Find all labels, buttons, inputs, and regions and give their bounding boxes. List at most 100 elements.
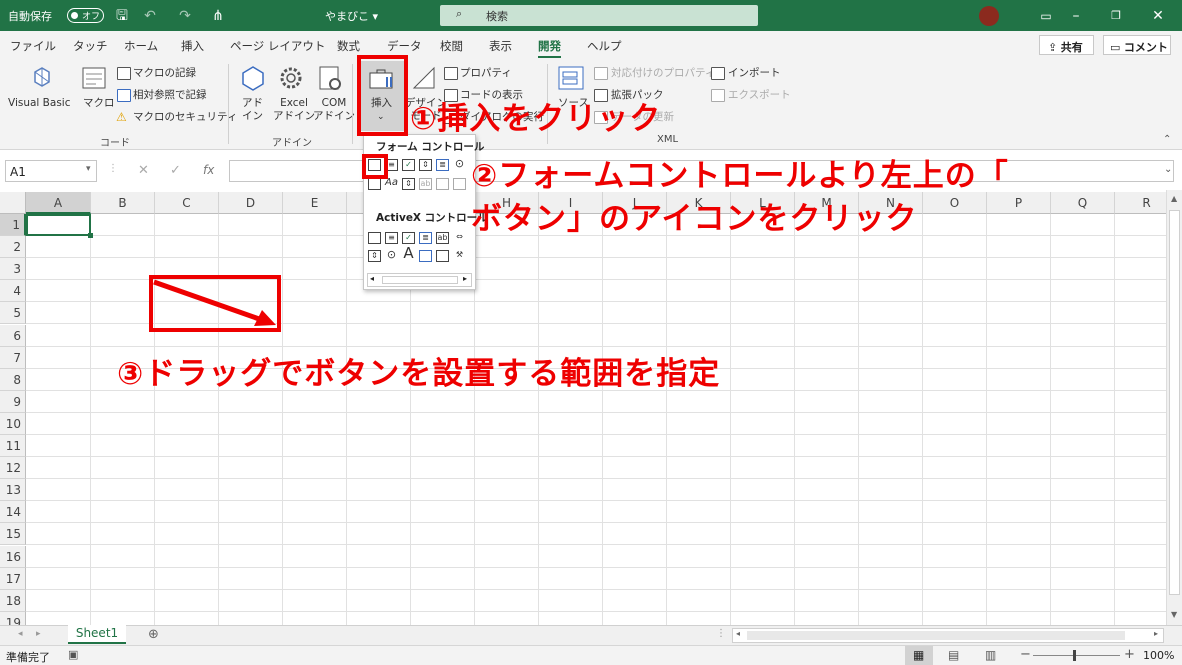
row-header[interactable]: 18 [0, 589, 26, 612]
form-checkbox-icon[interactable]: ✓ [402, 159, 415, 171]
record-macro-button[interactable]: マクロの記録 [133, 67, 196, 80]
zoom-slider[interactable] [1033, 655, 1120, 656]
search-box[interactable]: ⌕ 検索 [440, 5, 758, 26]
row-header[interactable]: 12 [0, 457, 26, 480]
row-header[interactable]: 2 [0, 236, 26, 259]
zoom-slider-thumb[interactable] [1073, 650, 1076, 661]
tab-formulas[interactable]: 数式 [337, 38, 360, 54]
zoom-in-icon[interactable]: + [1124, 647, 1135, 662]
macro-button[interactable]: マクロ [83, 97, 115, 110]
page-layout-view-icon[interactable]: ▤ [948, 648, 959, 662]
excel-addin-button[interactable]: Excel アドイン [273, 97, 315, 123]
column-header[interactable]: P [987, 192, 1051, 214]
row-header[interactable]: 3 [0, 258, 26, 281]
form-textfield-icon[interactable]: ab [419, 178, 432, 190]
scroll-left-icon[interactable]: ◂ [370, 274, 374, 283]
form-groupbox-icon[interactable] [368, 178, 381, 190]
form-option-icon[interactable]: ⊙ [453, 158, 466, 171]
column-header[interactable]: C [155, 192, 219, 214]
fill-handle[interactable] [88, 233, 93, 238]
add-sheet-icon[interactable]: ⊕ [148, 627, 159, 642]
map-properties-button[interactable]: 対応付けのプロパティ [611, 67, 715, 80]
activex-spin-icon[interactable]: ⇕ [368, 250, 381, 262]
dropdown-scroll-thumb[interactable] [382, 276, 458, 284]
h-scroll-thumb[interactable] [747, 631, 1125, 640]
share-button[interactable]: ⇪ 共有 [1039, 35, 1094, 55]
zoom-out-icon[interactable]: − [1020, 647, 1031, 662]
column-header[interactable]: B [91, 192, 155, 214]
expand-formula-bar-icon[interactable]: ⌄ [1164, 164, 1172, 175]
row-header[interactable]: 5 [0, 302, 26, 325]
activex-image-icon[interactable] [419, 250, 432, 262]
autosave-toggle[interactable]: オフ [67, 8, 104, 23]
tab-data[interactable]: データ [387, 38, 422, 54]
com-addin-button[interactable]: COM アドイン [313, 97, 355, 123]
activex-scrollbar-icon[interactable]: ⇔ [453, 232, 466, 244]
row-header[interactable]: 16 [0, 545, 26, 568]
comment-button[interactable]: ▭ コメント [1103, 35, 1171, 55]
row-header[interactable]: 4 [0, 280, 26, 303]
tab-page-layout[interactable]: ページ レイアウト [230, 38, 325, 54]
more-controls-icon[interactable]: ⚒ [453, 250, 466, 262]
customize-icon[interactable]: ⋔ [208, 6, 228, 26]
row-header[interactable]: 9 [0, 390, 26, 413]
activex-checkbox-icon[interactable]: ✓ [402, 232, 415, 244]
form-spinner-icon[interactable]: ⇕ [419, 159, 432, 171]
activex-label-icon[interactable]: A [402, 246, 415, 261]
row-header[interactable]: 10 [0, 412, 26, 435]
row-header[interactable]: 19 [0, 611, 26, 625]
tab-insert[interactable]: 挿入 [181, 38, 204, 54]
page-break-view-icon[interactable]: ▥ [985, 648, 996, 662]
tab-home[interactable]: ホーム [124, 38, 158, 54]
normal-view-button[interactable]: ▦ [905, 646, 933, 665]
scroll-down-icon[interactable]: ▼ [1171, 610, 1177, 619]
form-label-icon[interactable]: Aa [385, 178, 398, 190]
redo-icon[interactable]: ↷ [175, 6, 195, 26]
activex-toggle-icon[interactable] [436, 250, 449, 262]
activex-textbox-icon[interactable]: ab [436, 232, 449, 244]
worksheet-grid[interactable]: ABCDEFGHIJKLMNOPQR 123456789101112131415… [0, 190, 1166, 625]
form-combo-list-icon[interactable] [436, 178, 449, 190]
import-button[interactable]: インポート [728, 67, 781, 80]
restore-icon[interactable]: ❐ [1106, 6, 1126, 26]
next-sheet-icon[interactable]: ▸ [36, 629, 41, 639]
activex-combo-icon[interactable]: ≡ [385, 232, 398, 244]
zoom-level[interactable]: 100% [1143, 649, 1174, 662]
row-header[interactable]: 7 [0, 346, 26, 369]
cancel-icon[interactable]: ✕ [138, 163, 149, 178]
scroll-left-icon[interactable]: ◂ [736, 629, 740, 638]
row-header[interactable]: 11 [0, 435, 26, 457]
visual-basic-button[interactable]: Visual Basic [8, 97, 70, 110]
column-header[interactable]: E [283, 192, 347, 214]
tab-review[interactable]: 校閲 [440, 38, 463, 54]
macro-security-button[interactable]: マクロのセキュリティ [133, 111, 237, 124]
form-scrollbar-icon[interactable]: ⇕ [402, 178, 415, 190]
addin-button[interactable]: アド イン [242, 97, 263, 123]
tab-developer[interactable]: 開発 [538, 38, 561, 58]
name-box-dropdown-icon[interactable]: ▾ [86, 164, 91, 174]
sheet-tab[interactable]: Sheet1 [68, 625, 126, 644]
scroll-up-icon[interactable]: ▲ [1171, 194, 1177, 203]
tab-touch[interactable]: タッチ [73, 38, 108, 54]
column-header[interactable]: D [219, 192, 283, 214]
select-all-corner[interactable] [0, 192, 26, 214]
row-header[interactable]: 15 [0, 523, 26, 546]
close-icon[interactable]: ✕ [1148, 6, 1168, 26]
scroll-thumb[interactable] [1169, 210, 1180, 595]
activex-listbox-icon[interactable]: ≣ [419, 232, 432, 244]
horizontal-scrollbar[interactable]: ◂ ▸ [732, 628, 1164, 643]
tab-split-icon[interactable]: ⋮ [716, 628, 726, 639]
row-header[interactable]: 17 [0, 567, 26, 590]
ribbon-display-icon[interactable]: ▭ [1036, 6, 1056, 26]
avatar[interactable] [979, 6, 999, 26]
file-name[interactable]: やまびこ ▾ [325, 8, 378, 24]
row-header[interactable]: 1 [0, 214, 26, 236]
relative-reference-button[interactable]: 相対参照で記録 [133, 89, 207, 102]
form-listbox-icon[interactable]: ≣ [436, 159, 449, 171]
name-box[interactable]: A1 ▾ [5, 160, 97, 182]
column-header[interactable]: R [1115, 192, 1166, 214]
properties-button[interactable]: プロパティ [460, 67, 512, 80]
form-combo-drop-icon[interactable] [453, 178, 466, 190]
vertical-scrollbar[interactable]: ▲ ▼ [1166, 190, 1182, 625]
column-header[interactable]: A [26, 192, 91, 214]
